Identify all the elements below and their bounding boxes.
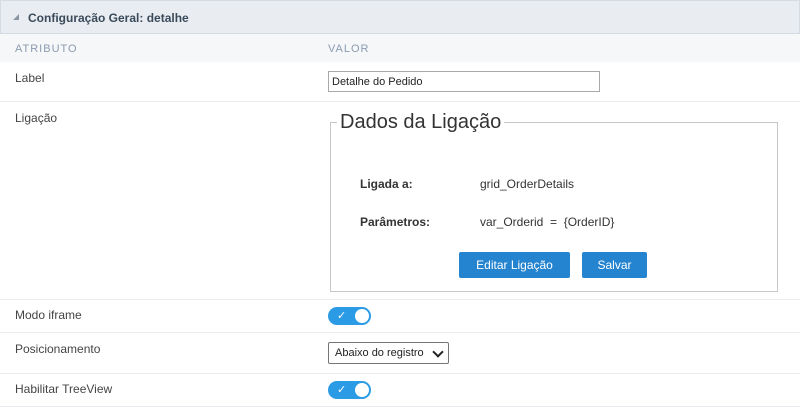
toggle-knob bbox=[355, 309, 369, 323]
chevron-down-icon bbox=[432, 346, 444, 358]
label-input[interactable]: Detalhe do Pedido bbox=[328, 71, 600, 92]
row-label: Label Detalhe do Pedido bbox=[0, 62, 800, 102]
params-value: var_Orderid = {OrderID} bbox=[480, 215, 615, 229]
row-label-name: Label bbox=[15, 71, 45, 85]
linked-to-label: Ligada a: bbox=[360, 177, 413, 191]
row-treeview: Habilitar TreeView ✓ bbox=[0, 374, 800, 407]
toggle-knob bbox=[355, 383, 369, 397]
linked-to-value: grid_OrderDetails bbox=[480, 177, 575, 191]
save-button[interactable]: Salvar bbox=[582, 252, 647, 278]
column-header-row: ATRIBUTO VALOR bbox=[0, 34, 800, 62]
row-link-name: Ligação bbox=[15, 111, 58, 125]
panel-title: Configuração Geral: detalhe bbox=[28, 11, 189, 25]
iframe-mode-toggle[interactable]: ✓ bbox=[328, 307, 371, 325]
collapse-triangle-icon[interactable] bbox=[13, 14, 19, 20]
row-positioning-name: Posicionamento bbox=[15, 342, 101, 356]
edit-link-button[interactable]: Editar Ligação bbox=[459, 252, 570, 278]
column-header-value: VALOR bbox=[328, 43, 370, 55]
params-label: Parâmetros: bbox=[360, 215, 431, 229]
check-icon: ✓ bbox=[337, 310, 347, 322]
positioning-select[interactable]: Abaixo do registro bbox=[328, 342, 449, 364]
row-iframe-mode: Modo iframe ✓ bbox=[0, 300, 800, 333]
row-iframe-mode-name: Modo iframe bbox=[15, 308, 82, 322]
panel-header[interactable]: Configuração Geral: detalhe bbox=[0, 0, 800, 34]
link-data-legend: Dados da Ligação bbox=[337, 111, 505, 134]
treeview-toggle[interactable]: ✓ bbox=[328, 381, 371, 399]
row-positioning: Posicionamento Abaixo do registro bbox=[0, 333, 800, 374]
check-icon: ✓ bbox=[337, 384, 347, 396]
positioning-selected-value: Abaixo do registro bbox=[335, 347, 424, 359]
column-header-attribute: ATRIBUTO bbox=[15, 43, 78, 55]
row-link: Ligação Dados da Ligação Ligada a: grid_… bbox=[0, 102, 800, 300]
row-treeview-name: Habilitar TreeView bbox=[15, 382, 113, 396]
